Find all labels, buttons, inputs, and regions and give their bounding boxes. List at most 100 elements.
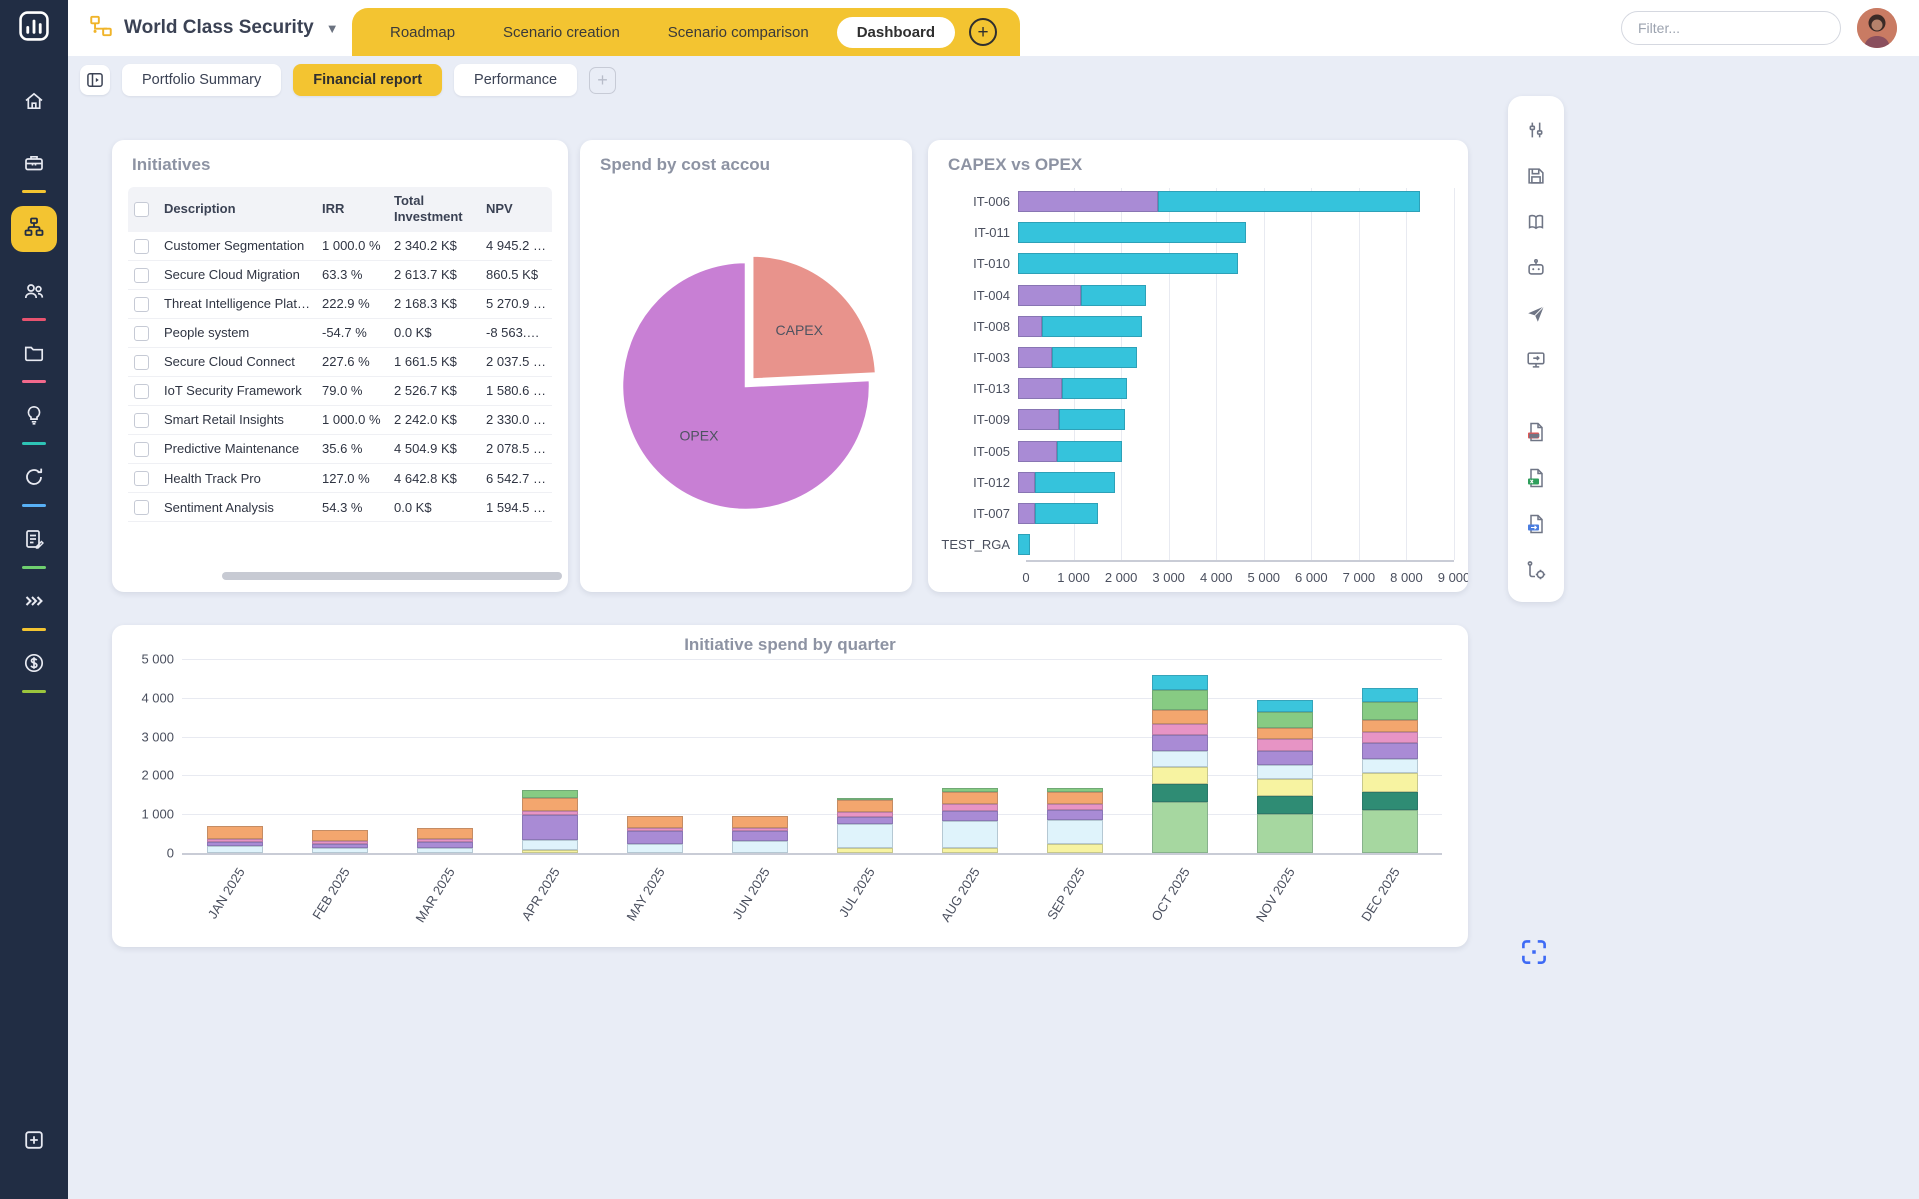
stacked-bar[interactable] xyxy=(1047,788,1103,853)
bar-segment-capex[interactable] xyxy=(1018,285,1081,306)
export-pdf-icon[interactable]: PDF xyxy=(1518,414,1554,450)
bar-segment-purple[interactable] xyxy=(1362,743,1418,759)
bar-segment-opex[interactable] xyxy=(1035,472,1115,493)
column-header-irr[interactable]: IRR xyxy=(316,187,388,232)
bar-segment-orange[interactable] xyxy=(837,800,893,812)
column-header-total-investment[interactable]: Total Investment xyxy=(388,187,480,232)
sidebar-add-button[interactable] xyxy=(11,1121,57,1163)
bar-segment-orange[interactable] xyxy=(312,830,368,842)
export-excel-icon[interactable] xyxy=(1518,460,1554,496)
sliders-icon[interactable] xyxy=(1518,112,1554,148)
stacked-bar[interactable] xyxy=(522,790,578,853)
sidebar-item-more[interactable] xyxy=(11,582,57,624)
filter-input[interactable] xyxy=(1621,11,1841,45)
present-icon[interactable] xyxy=(1518,342,1554,378)
bar-segment-paleblue[interactable] xyxy=(627,844,683,853)
bar-segment-paleblue[interactable] xyxy=(1257,765,1313,779)
project-selector[interactable]: World Class Security ▼ xyxy=(88,0,339,56)
bar-segment-purple[interactable] xyxy=(1257,751,1313,765)
row-checkbox[interactable] xyxy=(134,355,149,370)
bar-segment-orange[interactable] xyxy=(732,816,788,828)
bar-segment-opex[interactable] xyxy=(1062,378,1127,399)
bar-segment-paleblue[interactable] xyxy=(522,840,578,850)
bar-segment-paleblue[interactable] xyxy=(1152,751,1208,767)
bar-segment-purple[interactable] xyxy=(522,815,578,840)
bar-segment-orange[interactable] xyxy=(417,828,473,840)
tab-scenario-creation[interactable]: Scenario creation xyxy=(483,17,640,48)
stacked-bar[interactable] xyxy=(312,830,368,854)
tab-roadmap[interactable]: Roadmap xyxy=(370,17,475,48)
bar-segment-paleblue[interactable] xyxy=(837,824,893,848)
bar-segment-opex[interactable] xyxy=(1035,503,1098,524)
export-settings-icon[interactable] xyxy=(1518,552,1554,588)
tab-financial-report[interactable]: Financial report xyxy=(293,64,442,96)
bar-segment-opex[interactable] xyxy=(1158,191,1420,212)
book-icon[interactable] xyxy=(1518,204,1554,240)
bar-segment-cyan[interactable] xyxy=(1152,675,1208,691)
table-row[interactable]: Secure Cloud Connect227.6 %1 661.5 K$2 0… xyxy=(128,347,552,376)
bar-segment-lightgreen[interactable] xyxy=(1257,814,1313,853)
bar-segment-paleblue[interactable] xyxy=(417,848,473,853)
bar-segment-teal[interactable] xyxy=(1152,784,1208,802)
bar-segment-capex[interactable] xyxy=(1018,378,1062,399)
sidebar-item-progress[interactable] xyxy=(11,458,57,500)
stacked-bar[interactable] xyxy=(837,798,893,853)
bar-segment-teal[interactable] xyxy=(1257,796,1313,814)
bar-segment-yellow[interactable] xyxy=(1257,779,1313,797)
bar-segment-orange[interactable] xyxy=(207,826,263,839)
row-checkbox[interactable] xyxy=(134,297,149,312)
bar-segment-purple[interactable] xyxy=(732,831,788,841)
stacked-bar[interactable] xyxy=(627,816,683,853)
row-checkbox[interactable] xyxy=(134,442,149,457)
avatar[interactable] xyxy=(1857,8,1897,48)
bar-segment-paleblue[interactable] xyxy=(1362,759,1418,773)
app-logo[interactable] xyxy=(0,0,68,56)
bar-segment-orange[interactable] xyxy=(1362,720,1418,732)
bar-segment-lightgreen[interactable] xyxy=(1152,802,1208,853)
sidebar-item-projects[interactable] xyxy=(11,334,57,376)
row-checkbox[interactable] xyxy=(134,384,149,399)
bar-segment-orange[interactable] xyxy=(627,816,683,828)
stacked-bar[interactable] xyxy=(1362,688,1418,853)
table-row[interactable]: Predictive Maintenance35.6 %4 504.9 K$2 … xyxy=(128,434,552,463)
bar-segment-opex[interactable] xyxy=(1042,316,1141,337)
bar-segment-purple[interactable] xyxy=(1152,735,1208,751)
bar-segment-orange[interactable] xyxy=(522,798,578,811)
collapse-panel-icon[interactable] xyxy=(80,65,110,95)
bar-segment-pink[interactable] xyxy=(1257,739,1313,751)
bar-segment-opex[interactable] xyxy=(1018,534,1030,555)
bar-segment-purple[interactable] xyxy=(417,842,473,849)
bar-segment-opex[interactable] xyxy=(1059,409,1124,430)
bar-segment-cyan[interactable] xyxy=(1362,688,1418,702)
send-icon[interactable] xyxy=(1518,296,1554,332)
bar-segment-yellow[interactable] xyxy=(1362,773,1418,793)
bar-segment-yellow[interactable] xyxy=(1047,844,1103,853)
bar-segment-yellow[interactable] xyxy=(522,850,578,853)
bar-segment-capex[interactable] xyxy=(1018,316,1042,337)
table-row[interactable]: Secure Cloud Migration63.3 %2 613.7 K$86… xyxy=(128,260,552,289)
bar-segment-purple[interactable] xyxy=(627,831,683,844)
bar-segment-capex[interactable] xyxy=(1018,472,1035,493)
sidebar-item-home[interactable] xyxy=(11,82,57,124)
bar-segment-orange[interactable] xyxy=(942,792,998,804)
bar-segment-opex[interactable] xyxy=(1018,253,1238,274)
row-checkbox[interactable] xyxy=(134,500,149,515)
bar-segment-green[interactable] xyxy=(1257,712,1313,728)
select-all-checkbox[interactable] xyxy=(134,202,149,217)
row-checkbox[interactable] xyxy=(134,471,149,486)
bar-segment-purple[interactable] xyxy=(942,811,998,821)
bar-segment-opex[interactable] xyxy=(1018,222,1246,243)
horizontal-scrollbar[interactable] xyxy=(222,572,562,580)
tab-performance[interactable]: Performance xyxy=(454,64,577,96)
bar-segment-purple[interactable] xyxy=(1047,810,1103,820)
bar-segment-orange[interactable] xyxy=(1152,710,1208,724)
bar-segment-green[interactable] xyxy=(522,790,578,798)
stacked-bar[interactable] xyxy=(1257,700,1313,853)
bar-segment-purple[interactable] xyxy=(837,817,893,824)
bar-segment-capex[interactable] xyxy=(1018,191,1158,212)
stacked-bar[interactable] xyxy=(1152,675,1208,853)
table-row[interactable]: People system-54.7 %0.0 K$-8 563.4 K$ xyxy=(128,318,552,347)
row-checkbox[interactable] xyxy=(134,413,149,428)
bar-segment-yellow[interactable] xyxy=(942,848,998,853)
bar-segment-lightgreen[interactable] xyxy=(1362,810,1418,853)
